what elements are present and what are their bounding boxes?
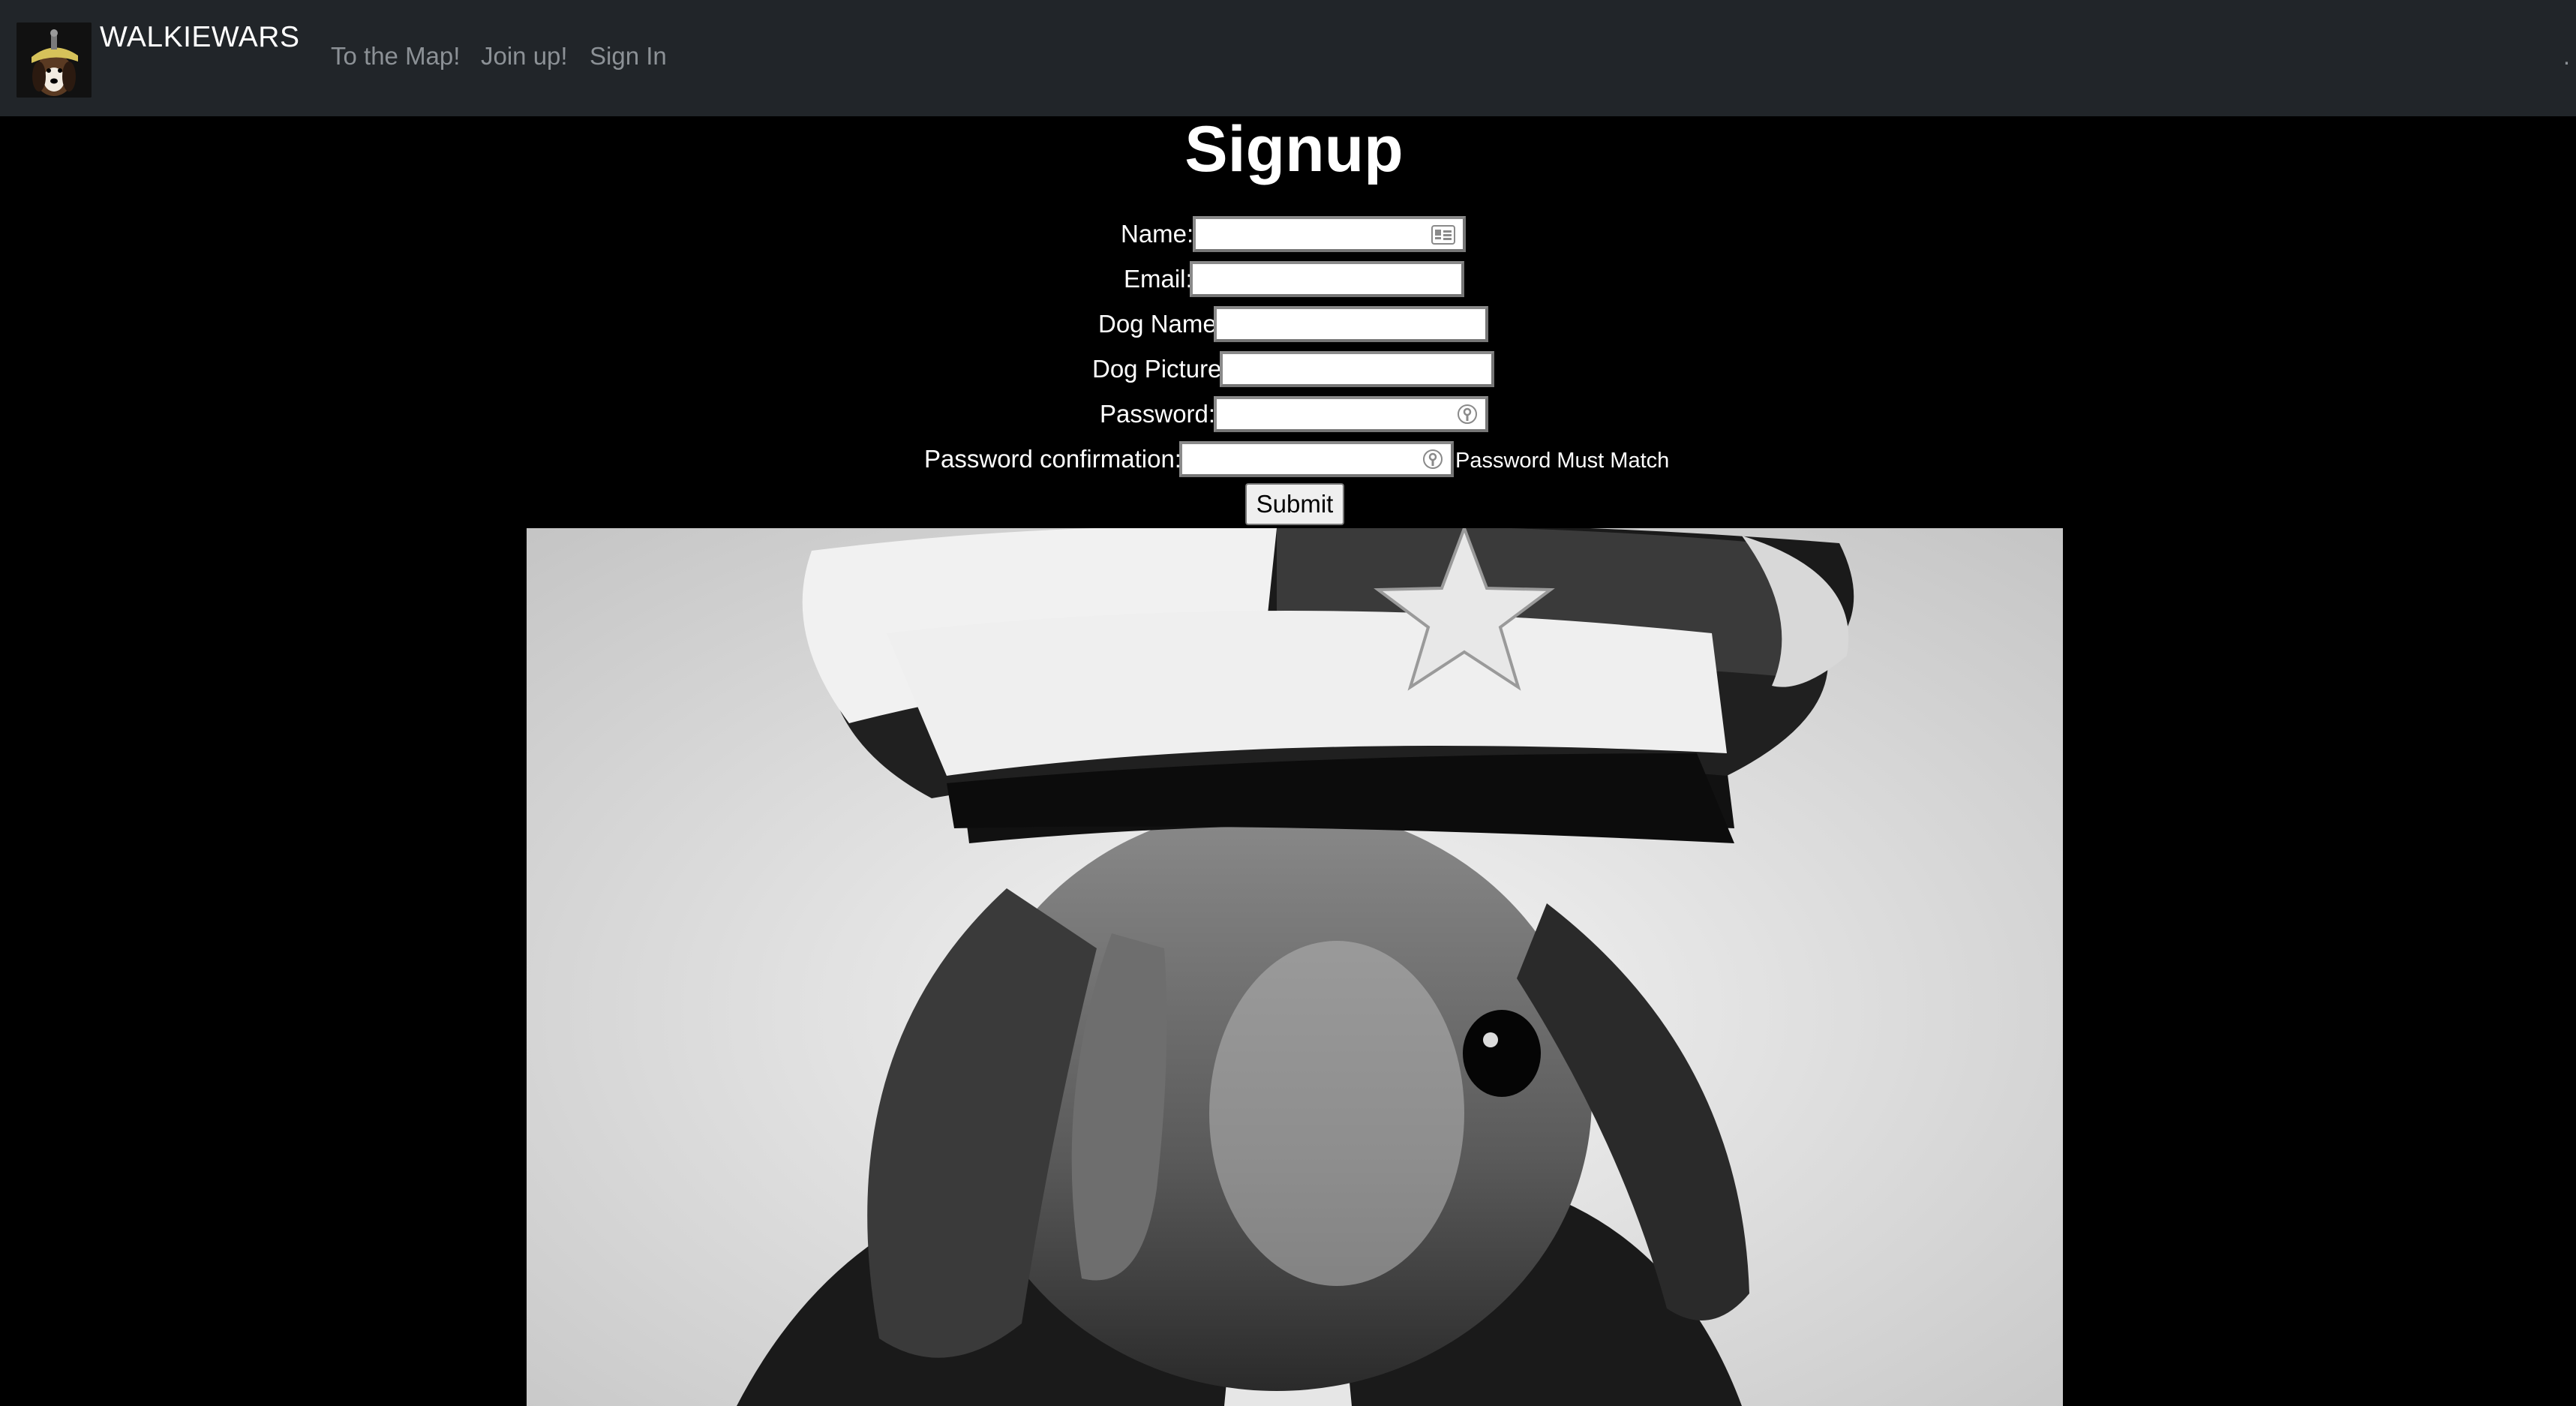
top-navbar: WALKIEWARS To the Map! Join up! Sign In … bbox=[0, 0, 2576, 116]
email-label: Email: bbox=[1124, 265, 1193, 293]
dog-in-hat-photo bbox=[527, 528, 2063, 1406]
name-label: Name: bbox=[1121, 220, 1194, 248]
name-field[interactable] bbox=[1193, 216, 1466, 252]
contact-card-icon bbox=[1431, 225, 1455, 248]
navbar-right-text: . bbox=[2562, 42, 2570, 70]
dog-name-field[interactable] bbox=[1214, 306, 1488, 342]
password-label: Password: bbox=[1100, 400, 1216, 428]
brand-logo[interactable] bbox=[17, 23, 92, 98]
nav-link-join[interactable]: Join up! bbox=[481, 42, 568, 71]
email-field[interactable] bbox=[1190, 261, 1464, 297]
password-match-hint: Password Must Match bbox=[1455, 449, 1670, 473]
submit-button[interactable]: Submit bbox=[1245, 483, 1344, 525]
dog-picture-label: Dog Picture bbox=[1092, 355, 1222, 383]
key-icon bbox=[1457, 404, 1478, 430]
nav-link-map[interactable]: To the Map! bbox=[331, 42, 460, 71]
password-confirmation-field[interactable] bbox=[1179, 441, 1454, 477]
page-title: Signup bbox=[1184, 113, 1404, 185]
dog-name-label: Dog Name bbox=[1098, 310, 1217, 338]
password-confirmation-label: Password confirmation: bbox=[924, 445, 1181, 473]
dog-picture-field[interactable] bbox=[1220, 351, 1494, 387]
key-icon bbox=[1422, 449, 1443, 475]
password-field[interactable] bbox=[1214, 396, 1488, 432]
brand-name[interactable]: WALKIEWARS bbox=[100, 21, 299, 54]
dog-photo-illustration bbox=[527, 528, 2063, 1406]
nav-link-sign-in[interactable]: Sign In bbox=[590, 42, 667, 71]
dog-logo-icon bbox=[17, 23, 92, 98]
